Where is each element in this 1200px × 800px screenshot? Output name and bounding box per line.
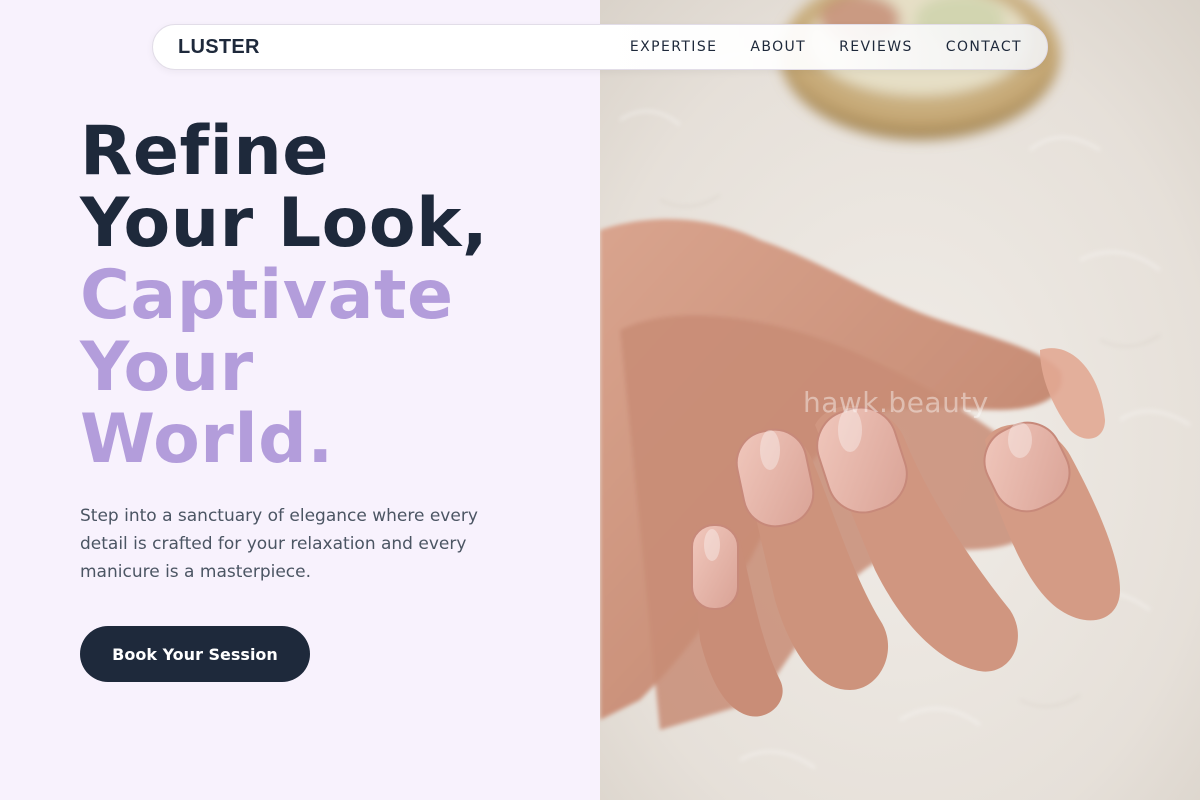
hero-title: Refine Your Look, Captivate Your World.	[80, 116, 580, 476]
nav-link-contact[interactable]: CONTACT	[946, 39, 1022, 55]
hero-photo: hawk.beauty	[600, 0, 1200, 800]
hero-title-line-1: Refine	[80, 112, 329, 191]
hero-title-accent-line-1: Captivate	[80, 256, 454, 335]
hero-title-accent-line-2: Your	[80, 328, 254, 407]
brand-logo[interactable]: LUSTER	[178, 36, 260, 59]
nav-links: EXPERTISE ABOUT REVIEWS CONTACT	[630, 39, 1022, 55]
nav-link-about[interactable]: ABOUT	[750, 39, 806, 55]
hero-description: Step into a sanctuary of elegance where …	[80, 506, 478, 582]
nav-link-reviews[interactable]: REVIEWS	[839, 39, 913, 55]
hero-title-accent-line-3: World.	[80, 400, 334, 479]
nav-link-expertise[interactable]: EXPERTISE	[630, 39, 717, 55]
photo-watermark: hawk.beauty	[803, 386, 989, 419]
top-navigation: LUSTER EXPERTISE ABOUT REVIEWS CONTACT	[152, 24, 1048, 70]
hero-title-line-2: Your Look,	[80, 184, 489, 263]
book-session-button[interactable]: Book Your Session	[80, 626, 310, 682]
